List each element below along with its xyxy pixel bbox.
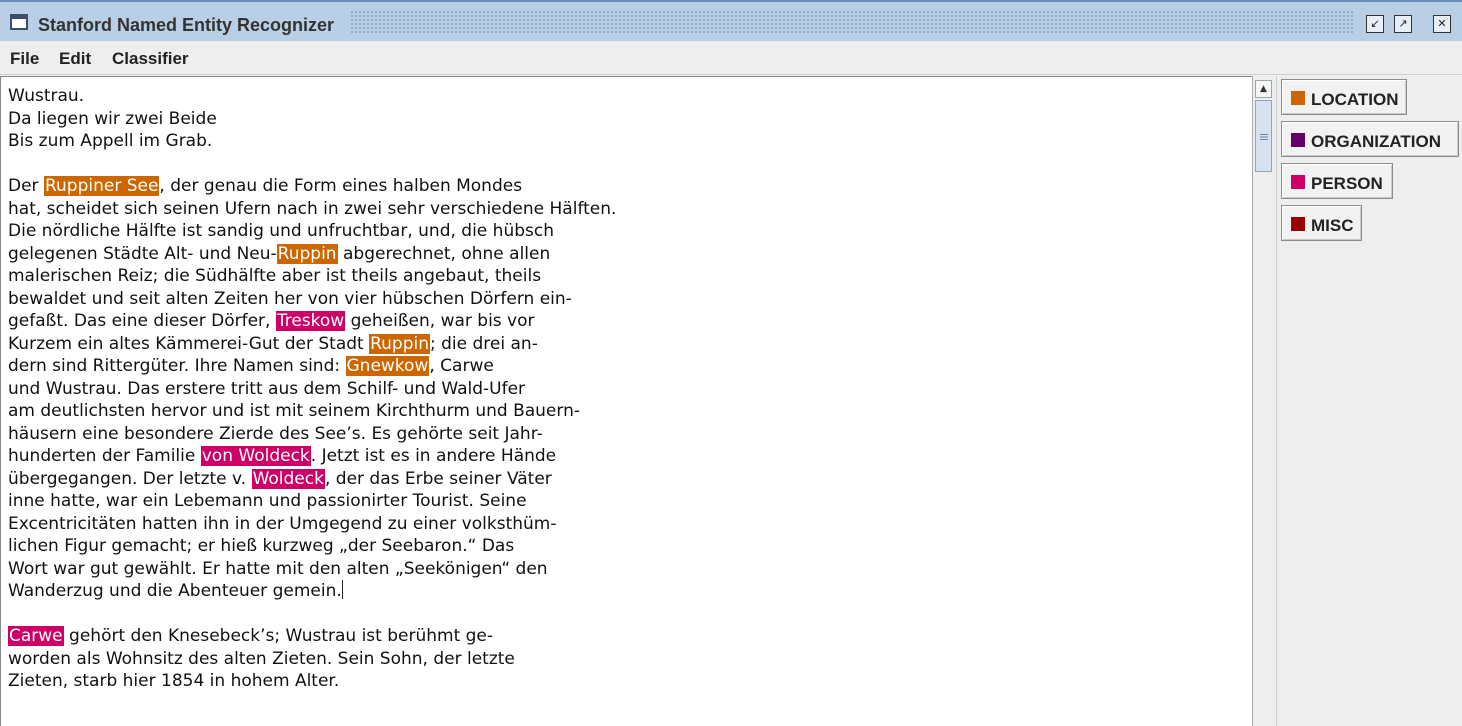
- text-line[interactable]: bewaldet und seit alten Zeiten her von v…: [8, 288, 616, 311]
- person-swatch: [1291, 175, 1305, 189]
- text-line[interactable]: gelegenen Städte Alt- und Neu-Ruppin abg…: [8, 243, 616, 266]
- text-line[interactable]: Wustrau.: [8, 85, 616, 108]
- menu-classifier[interactable]: Classifier: [112, 49, 189, 69]
- text-segment[interactable]: geheißen, war bis vor: [345, 311, 535, 331]
- text-line[interactable]: Der Ruppiner See, der genau die Form ein…: [8, 175, 616, 198]
- text-segment[interactable]: Excentricitäten hatten ihn in der Umgege…: [8, 514, 556, 534]
- text-line[interactable]: dern sind Rittergüter. Ihre Namen sind: …: [8, 355, 616, 378]
- text-line[interactable]: hat, scheidet sich seinen Ufern nach in …: [8, 198, 616, 221]
- text-line[interactable]: Zieten, starb hier 1854 in hohem Alter.: [8, 670, 616, 693]
- entity-location[interactable]: Ruppiner See: [43, 176, 160, 196]
- entity-person[interactable]: von Woldeck: [200, 446, 311, 466]
- text-line[interactable]: am deutlichsten hervor und ist mit seine…: [8, 400, 616, 423]
- text-line[interactable]: gefaßt. Das eine dieser Dörfer, Treskow …: [8, 310, 616, 333]
- text-line[interactable]: Da liegen wir zwei Beide: [8, 108, 616, 131]
- text-segment[interactable]: Kurzem ein altes Kämmerei-Gut der Stadt: [8, 334, 369, 354]
- text-segment[interactable]: gefaßt. Das eine dieser Dörfer,: [8, 311, 276, 331]
- menu-bar: File Edit Classifier: [0, 41, 1462, 75]
- title-bar[interactable]: Stanford Named Entity Recognizer ↙ ↗ ✕: [0, 0, 1462, 41]
- entity-person[interactable]: Carwe: [8, 626, 64, 646]
- text-line[interactable]: hunderten der Familie von Woldeck. Jetzt…: [8, 445, 616, 468]
- scroll-thumb[interactable]: [1255, 100, 1272, 172]
- text-segment[interactable]: Bis zum Appell im Grab.: [8, 131, 212, 151]
- text-line[interactable]: Bis zum Appell im Grab.: [8, 130, 616, 153]
- text-segment[interactable]: , Carwe: [429, 356, 493, 376]
- text-segment[interactable]: Da liegen wir zwei Beide: [8, 109, 217, 129]
- text-segment[interactable]: Zieten, starb hier 1854 in hohem Alter.: [8, 671, 339, 691]
- legend-location-button[interactable]: LOCATION: [1281, 79, 1407, 115]
- text-segment[interactable]: dern sind Rittergüter. Ihre Namen sind:: [8, 356, 346, 376]
- text-line[interactable]: lichen Figur gemacht; er hieß kurzweg „d…: [8, 535, 616, 558]
- scroll-grip-icon: [1260, 134, 1268, 140]
- text-segment[interactable]: abgerechnet, ohne allen: [338, 244, 550, 264]
- text-line[interactable]: Carwe gehört den Knesebeck’s; Wustrau is…: [8, 625, 616, 648]
- text-segment[interactable]: ; die drei an-: [430, 334, 538, 354]
- entity-location[interactable]: Gnewkow: [345, 356, 430, 376]
- text-segment[interactable]: Wort war gut gewählt. Er hatte mit den a…: [8, 559, 548, 579]
- document-text-area[interactable]: Wustrau. Da liegen wir zwei Beide Bis zum …: [0, 76, 1252, 726]
- window-title: Stanford Named Entity Recognizer: [38, 15, 335, 35]
- maximize-icon[interactable]: ↗: [1394, 15, 1412, 33]
- text-segment[interactable]: inne hatte, war ein Lebemann und passion…: [8, 491, 527, 511]
- text-segment[interactable]: Der: [8, 176, 44, 196]
- text-segment[interactable]: gelegenen Städte Alt- und Neu-: [8, 244, 277, 264]
- window-icon[interactable]: [10, 14, 28, 30]
- legend-organization-button[interactable]: ORGANIZATION: [1281, 121, 1459, 157]
- text-segment[interactable]: häusern eine besondere Zierde des See’s.…: [8, 424, 543, 444]
- text-segment[interactable]: am deutlichsten hervor und ist mit seine…: [8, 401, 580, 421]
- text-segment[interactable]: malerischen Reiz; die Südhälfte aber ist…: [8, 266, 541, 286]
- location-swatch: [1291, 91, 1305, 105]
- text-line[interactable]: Wanderzug und die Abenteuer gemein.: [8, 580, 616, 603]
- text-line[interactable]: Kurzem ein altes Kämmerei-Gut der Stadt …: [8, 333, 616, 356]
- legend-misc-button[interactable]: MISC: [1281, 205, 1362, 241]
- text-segment[interactable]: und Wustrau. Das erstere tritt aus dem S…: [8, 379, 525, 399]
- misc-swatch: [1291, 217, 1305, 231]
- close-icon[interactable]: ✕: [1433, 15, 1451, 33]
- text-segment[interactable]: Die nördliche Hälfte ist sandig und unfr…: [8, 221, 554, 241]
- text-segment[interactable]: , der genau die Form eines halben Mondes: [159, 176, 522, 196]
- entity-location[interactable]: Ruppin: [276, 243, 338, 264]
- text-segment[interactable]: lichen Figur gemacht; er hieß kurzweg „d…: [8, 536, 514, 556]
- text-segment[interactable]: . Jetzt ist es in andere Hände: [311, 446, 556, 466]
- text-line[interactable]: und Wustrau. Das erstere tritt aus dem S…: [8, 378, 616, 401]
- text-line[interactable]: Die nördliche Hälfte ist sandig und unfr…: [8, 220, 616, 243]
- text-line[interactable]: worden als Wohnsitz des alten Zieten. Se…: [8, 648, 616, 671]
- text-line[interactable]: Excentricitäten hatten ihn in der Umgege…: [8, 513, 616, 536]
- text-caret: [341, 580, 343, 599]
- text-segment[interactable]: , der das Erbe seiner Väter: [325, 469, 552, 489]
- scroll-up-arrow-icon[interactable]: ▲: [1255, 80, 1272, 98]
- text-line[interactable]: Wort war gut gewählt. Er hatte mit den a…: [8, 558, 616, 581]
- legend-person-button[interactable]: PERSON: [1281, 163, 1393, 199]
- text-line[interactable]: malerischen Reiz; die Südhälfte aber ist…: [8, 265, 616, 288]
- menu-file[interactable]: File: [10, 49, 39, 69]
- text-segment[interactable]: Wanderzug und die Abenteuer gemein.: [8, 581, 342, 601]
- text-segment[interactable]: worden als Wohnsitz des alten Zieten. Se…: [8, 649, 515, 669]
- entity-location[interactable]: Ruppin: [369, 333, 430, 354]
- legend-person-label: PERSON: [1311, 174, 1383, 193]
- vertical-scrollbar[interactable]: ▲: [1252, 76, 1274, 726]
- title-bar-texture: [350, 10, 1355, 34]
- text-segment[interactable]: übergegangen. Der letzte v.: [8, 469, 252, 489]
- text-segment[interactable]: hunderten der Familie: [8, 446, 201, 466]
- text-segment[interactable]: gehört den Knesebeck’s; Wustrau ist berü…: [64, 626, 493, 646]
- text-segment[interactable]: bewaldet und seit alten Zeiten her von v…: [8, 289, 572, 309]
- menu-edit[interactable]: Edit: [59, 49, 91, 69]
- entity-person[interactable]: Woldeck: [251, 468, 325, 489]
- minimize-icon[interactable]: ↙: [1366, 15, 1384, 33]
- text-line[interactable]: übergegangen. Der letzte v. Woldeck, der…: [8, 468, 616, 491]
- legend-misc-label: MISC: [1311, 216, 1354, 235]
- text-segment[interactable]: hat, scheidet sich seinen Ufern nach in …: [8, 199, 616, 219]
- legend-location-label: LOCATION: [1311, 90, 1399, 109]
- entity-person[interactable]: Treskow: [275, 311, 346, 331]
- entity-legend-panel: LOCATION ORGANIZATION PERSON MISC: [1276, 76, 1462, 726]
- organization-swatch: [1291, 133, 1305, 147]
- document-text[interactable]: Wustrau. Da liegen wir zwei Beide Bis zum …: [8, 85, 616, 693]
- text-segment[interactable]: Wustrau.: [8, 86, 84, 106]
- text-line[interactable]: inne hatte, war ein Lebemann und passion…: [8, 490, 616, 513]
- text-line[interactable]: häusern eine besondere Zierde des See’s.…: [8, 423, 616, 446]
- legend-organization-label: ORGANIZATION: [1311, 132, 1442, 151]
